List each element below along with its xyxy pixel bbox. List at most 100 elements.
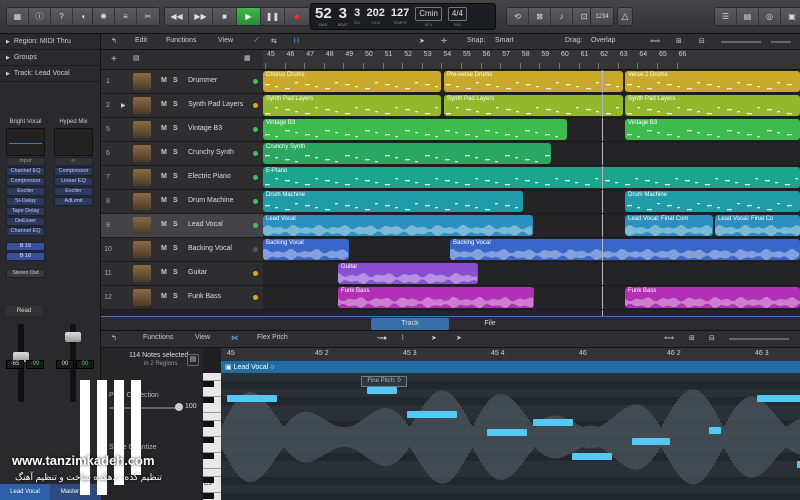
solo-button[interactable]: S (173, 269, 178, 276)
functions-menu[interactable]: Functions (166, 37, 196, 44)
automation-icon[interactable]: ⟋ (254, 37, 259, 45)
plugin-slot[interactable]: DeEsser (6, 217, 45, 226)
plugin-slot[interactable]: Exciter (54, 187, 93, 196)
track-name[interactable]: Drum Machine (188, 197, 234, 204)
plugin-slot[interactable]: Compressor (6, 177, 45, 186)
inspector-icon[interactable]: ⓘ (29, 8, 51, 25)
track-header[interactable]: 8 M S Drum Machine (101, 190, 263, 214)
notepad-icon[interactable]: ▤ (737, 8, 759, 25)
track-lane[interactable] (263, 262, 800, 286)
black-key[interactable] (203, 493, 214, 499)
flex-icon[interactable]: ⇆ (271, 37, 277, 45)
rewind-icon[interactable]: ◀◀ (165, 8, 189, 25)
plugin-slot[interactable]: B 15 (6, 242, 45, 251)
pointer-tool-icon[interactable]: ➤ (431, 334, 437, 342)
metronome-icon[interactable]: △ (617, 7, 633, 26)
region-lanes[interactable]: Chorus Drums Pre-verse Drums Verse 2 Drums… (263, 70, 800, 316)
track-name[interactable]: Drummer (188, 77, 217, 84)
view-menu[interactable]: View (195, 334, 210, 341)
solo-button[interactable]: S (173, 149, 178, 156)
region-catch-icon[interactable]: ▤ (187, 354, 199, 366)
output-slot[interactable]: Stereo Out (6, 269, 45, 278)
tab-track[interactable]: Track (371, 318, 449, 330)
pause-icon[interactable]: ❚❚ (261, 8, 285, 25)
track-lane[interactable] (263, 214, 800, 238)
flex-icon[interactable]: ⋈ (231, 334, 238, 342)
stop-icon[interactable]: ■ (213, 8, 237, 25)
mute-button[interactable]: M (161, 293, 167, 300)
drag-dropdown[interactable]: Overlap (591, 37, 616, 44)
edit-menu[interactable]: Edit (135, 37, 147, 44)
mute-button[interactable]: M (161, 245, 167, 252)
bar-ruler[interactable]: 45 46 47 48 49 50 51 52 53 54 55 56 57 58 59 60 61 62 63 64… (263, 50, 800, 70)
editor-ruler[interactable]: 45 45 2 45 3 45 4 46 46 2 46 3 (221, 348, 800, 361)
input-slot[interactable]: input (6, 157, 45, 166)
back-icon[interactable]: ↰ (111, 334, 117, 342)
solo-button[interactable]: S (173, 293, 178, 300)
horizontal-zoom-slider[interactable] (721, 41, 761, 43)
region-inspector-header[interactable]: ▶ Region: MIDI Thru (0, 34, 100, 50)
track-header[interactable]: 2 ▶ M S Synth Pad Layers (101, 94, 263, 118)
settings-icon[interactable]: ✺ (93, 8, 115, 25)
plugin-slot[interactable]: Channel EQ (6, 227, 45, 236)
mixer-icon[interactable]: ≡ (115, 8, 137, 25)
piano-keyboard[interactable]: C3 (203, 373, 221, 500)
flex-pitch-note[interactable] (487, 429, 527, 436)
editor-region-bar[interactable]: ▣ Lead Vocal ○ (221, 361, 800, 373)
track-name[interactable]: Lead Vocal (188, 221, 223, 228)
pitch-correction-slider-thumb[interactable] (175, 403, 183, 411)
track-lane[interactable] (263, 70, 800, 94)
track-name[interactable]: Synth Pad Layers (188, 101, 243, 108)
eq-thumbnail[interactable] (54, 128, 93, 156)
record-icon[interactable]: ● (285, 8, 309, 25)
track-header[interactable]: 11 M S Guitar (101, 262, 263, 286)
flex-toggle-icon[interactable]: ⌇ (401, 334, 404, 342)
track-zoom-slider[interactable] (771, 41, 791, 43)
mute-button[interactable]: M (161, 101, 167, 108)
snap-dropdown[interactable]: Smart (495, 37, 514, 44)
plugin-slot[interactable]: Tape Delay (6, 207, 45, 216)
track-name[interactable]: Electric Piano (188, 173, 231, 180)
black-key[interactable] (203, 437, 214, 443)
flex-pitch-note[interactable] (757, 395, 800, 402)
eq-thumbnail[interactable] (6, 128, 45, 156)
catch-icon[interactable]: ⌇⌇ (293, 37, 300, 45)
track-name[interactable]: Vintage B3 (188, 125, 222, 132)
mute-button[interactable]: M (161, 221, 167, 228)
solo-button[interactable]: S (173, 197, 178, 204)
white-key[interactable] (203, 468, 221, 469)
track-header[interactable]: 7 M S Electric Piano (101, 166, 263, 190)
track-lane[interactable] (263, 190, 800, 214)
waveform-zoom-icon[interactable]: ⟺ (664, 334, 674, 342)
lcd-display[interactable]: 52 BAR 3 BEAT 3 DIV 202 TICK 127 TEMPO Cmin KE… (310, 3, 496, 30)
plugin-slot[interactable]: St-Delay (6, 197, 45, 206)
secondary-tool-icon[interactable]: ➤ (456, 334, 462, 342)
track-lane[interactable] (263, 118, 800, 142)
track-lane[interactable] (263, 238, 800, 262)
plugin-slot[interactable]: Channel EQ (6, 167, 45, 176)
loops-icon[interactable]: ◎ (759, 8, 781, 25)
flex-pitch-note[interactable] (367, 387, 397, 394)
channel-name-lead-vocal[interactable]: Lead Vocal (0, 484, 50, 500)
zoom-fit-icon[interactable]: ⊞ (689, 334, 695, 342)
track-lane[interactable] (263, 166, 800, 190)
zoom-fit-icon[interactable]: ⊞ (676, 37, 682, 45)
mute-button[interactable]: M (161, 173, 167, 180)
white-key[interactable] (203, 412, 221, 413)
black-key[interactable] (203, 421, 214, 427)
track-lane[interactable] (263, 286, 800, 310)
channel-name-master[interactable]: Master Mix (50, 484, 101, 500)
flex-mode-dropdown[interactable]: Flex Pitch (257, 334, 288, 341)
black-key[interactable] (203, 477, 214, 483)
groups-header[interactable]: ▶ Groups (0, 50, 100, 66)
horizontal-zoom-slider[interactable] (729, 338, 789, 340)
tuner-icon[interactable]: ♪ (551, 8, 573, 25)
flex-pitch-note[interactable] (533, 419, 573, 426)
pitch-correction-slider[interactable] (109, 407, 179, 409)
track-header[interactable]: 6 M S Crunchy Synth (101, 142, 263, 166)
solo-button[interactable]: S (173, 221, 178, 228)
track-inspector-header[interactable]: ▶ Track: Lead Vocal (0, 66, 100, 82)
mute-button[interactable]: M (161, 269, 167, 276)
track-header[interactable]: 9 M S Lead Vocal (101, 214, 263, 238)
track-header[interactable]: 10 M S Backing Vocal (101, 238, 263, 262)
